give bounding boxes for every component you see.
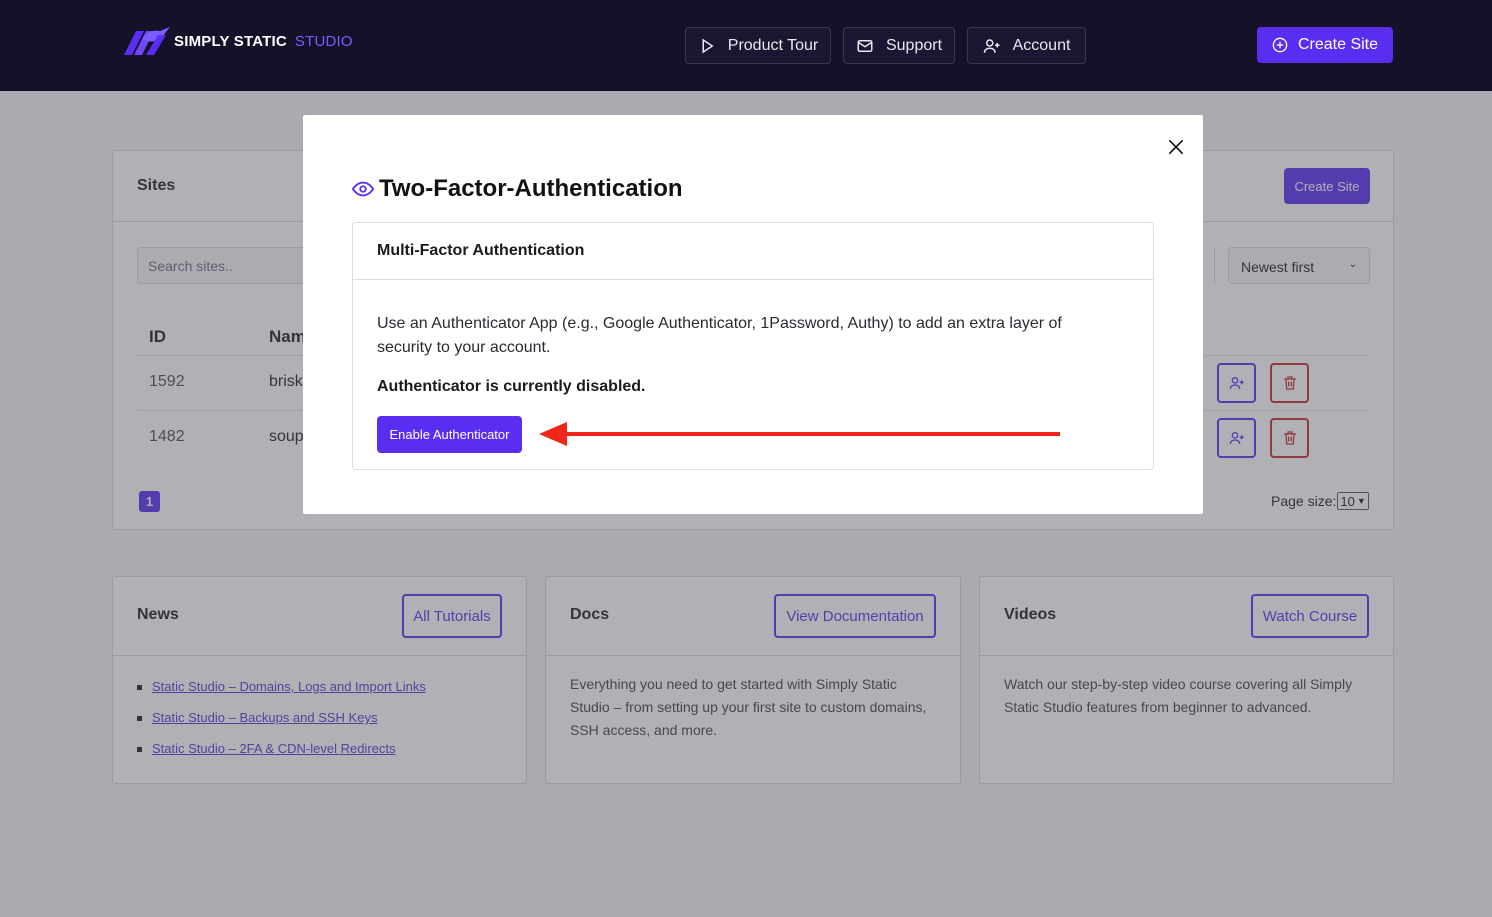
create-site-header-label: Create Site — [1297, 36, 1379, 53]
mfa-description: Use an Authenticator App (e.g., Google A… — [377, 315, 1062, 356]
plus-circle-icon — [1272, 37, 1288, 53]
close-icon — [1168, 139, 1184, 155]
product-tour-label: Product Tour — [727, 36, 819, 54]
annotation-arrow-icon — [539, 422, 1060, 446]
enable-authenticator-button[interactable]: Enable Authenticator — [377, 416, 522, 453]
top-navigation-bar: SIMPLY STATIC STUDIO Product Tour Suppor… — [0, 0, 1492, 91]
brand-accent: STUDIO — [294, 32, 353, 50]
product-tour-button[interactable]: Product Tour — [685, 27, 831, 64]
eye-icon — [352, 181, 374, 197]
two-factor-modal: Two-Factor-Authentication Multi-Factor A… — [303, 115, 1203, 514]
support-button[interactable]: Support — [843, 27, 955, 64]
mfa-panel-header: Multi-Factor Authentication — [353, 223, 1153, 280]
mail-icon — [857, 39, 873, 52]
brand-name: SIMPLY STATIC — [174, 32, 287, 50]
logo-mark-icon — [124, 27, 170, 55]
modal-title: Two-Factor-Authentication — [379, 175, 683, 202]
mfa-status: Authenticator is currently disabled. — [377, 378, 646, 395]
support-label: Support — [885, 36, 943, 54]
close-button[interactable] — [1164, 135, 1188, 159]
mfa-panel-title: Multi-Factor Authentication — [377, 242, 585, 259]
account-button[interactable]: Account — [967, 27, 1086, 64]
account-label: Account — [1012, 36, 1071, 54]
brand-logo[interactable]: SIMPLY STATIC STUDIO — [124, 27, 353, 55]
create-site-header-button[interactable]: Create Site — [1257, 27, 1393, 63]
user-plus-icon — [983, 38, 1000, 53]
play-icon — [702, 38, 714, 53]
modal-header: Two-Factor-Authentication — [352, 175, 683, 203]
